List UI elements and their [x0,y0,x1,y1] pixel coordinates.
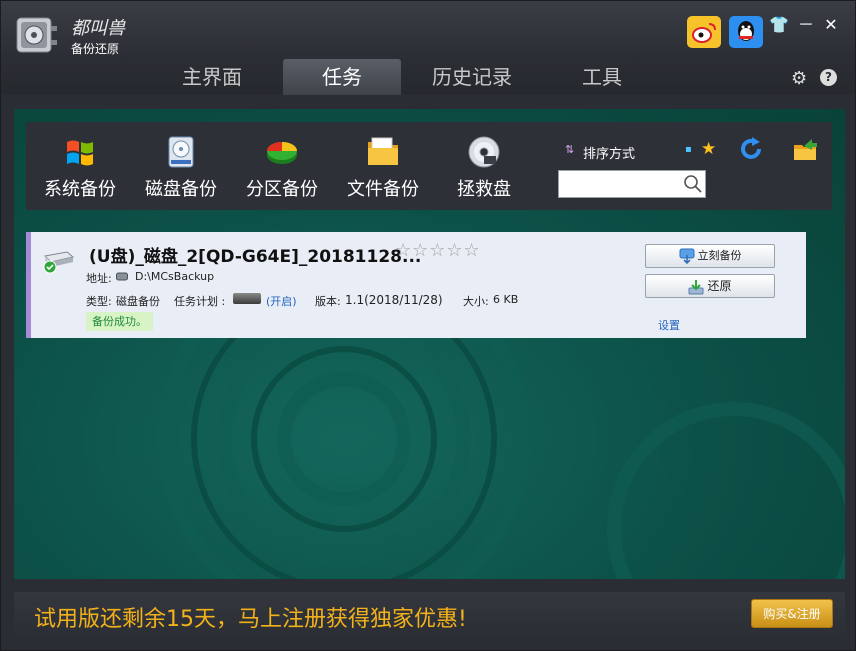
close-icon[interactable]: ✕ [821,15,841,35]
footer-bar: 试用版还剩余15天，马上注册获得独家优惠! 购买&注册 [14,592,845,640]
partition-backup-button[interactable]: 分区备份 [236,134,328,201]
disk-backup-button[interactable]: 磁盘备份 [135,134,227,201]
status-badge: 备份成功。 [86,312,153,331]
star-icon[interactable]: ★ [701,139,716,159]
weibo-icon[interactable] [687,16,721,48]
app-name: 备份还原 [71,42,120,56]
tab-home[interactable]: 主界面 [153,59,271,95]
refresh-icon[interactable] [738,136,764,162]
folder-icon [368,137,398,165]
skin-icon[interactable]: 👕 [769,15,789,35]
restore-label: 还原 [707,279,732,293]
rescue-disk-button[interactable]: 拯救盘 [438,134,530,201]
title-bar: 都叫兽 备份还原 👕 － ✕ 主界面 任务 历史记录 工具 ⚙ ? [1,1,855,95]
address-label: 地址: [86,272,112,285]
gear-icon[interactable]: ⚙ [791,68,807,89]
task-title: (U盘)_磁盘_2[QD-G64E]_20181128... [89,247,422,267]
rescue-disk-label: 拯救盘 [457,179,511,200]
schedule-toggle[interactable] [233,293,261,304]
minimize-icon[interactable]: － [796,15,816,35]
export-folder-icon[interactable] [792,136,818,162]
backup-now-button[interactable]: 立刻备份 [645,244,775,268]
schedule-state[interactable]: (开启) [266,293,297,309]
tab-tasks[interactable]: 任务 [283,59,401,95]
toolbar: 系统备份 磁盘备份 分区备份 文件备份 拯救盘 ⇅ 排序方式 ▪ ★ [26,122,832,210]
sort-by-button[interactable]: 排序方式 [583,143,635,162]
rating-stars[interactable]: ☆☆☆☆☆ [395,240,481,261]
cd-disc-icon [468,136,500,168]
hard-disk-icon [168,136,194,168]
pie-partition-icon [267,142,297,164]
task-settings-link[interactable]: 设置 [658,317,680,333]
restore-icon [688,279,704,294]
backup-now-label: 立刻备份 [697,249,742,262]
qq-icon[interactable] [729,16,763,48]
type-label: 类型: [86,295,112,308]
backup-now-icon [679,248,694,264]
system-backup-button[interactable]: 系统备份 [34,134,126,201]
buy-register-button[interactable]: 购买&注册 [751,599,833,628]
tab-history[interactable]: 历史记录 [413,59,531,95]
schedule-label: 任务计划 : [174,295,226,308]
app-window: 都叫兽 备份还原 👕 － ✕ 主界面 任务 历史记录 工具 ⚙ ? 系统备份 磁… [0,0,856,651]
marker-icon: ▪ [685,144,692,155]
windows-flag-icon [67,140,93,166]
search-box [558,170,706,198]
trial-promo-text: 试用版还剩余15天，马上注册获得独家优惠! [34,607,467,632]
search-input[interactable] [559,171,679,197]
restore-button[interactable]: 还原 [645,274,775,298]
version-value: 1.1(2018/11/28) [345,293,443,307]
task-card[interactable]: (U盘)_磁盘_2[QD-G64E]_20181128... ☆☆☆☆☆ 地址:… [26,232,806,338]
usb-drive-check-icon [43,251,75,274]
file-backup-button[interactable]: 文件备份 [337,134,429,201]
sort-icon: ⇅ [565,143,575,156]
app-logo-text: 都叫兽 [71,18,125,39]
type-value: 磁盘备份 [116,295,160,308]
safe-icon [16,17,57,53]
tab-tools[interactable]: 工具 [543,59,661,95]
partition-backup-label: 分区备份 [246,179,318,200]
address-value[interactable]: D:\MCsBackup [135,270,214,283]
help-icon[interactable]: ? [820,69,837,86]
size-label: 大小: [463,295,489,308]
hard-drive-icon [116,272,128,281]
size-value: 6 KB [493,293,519,306]
file-backup-label: 文件备份 [347,179,419,200]
search-icon[interactable] [683,174,703,194]
system-backup-label: 系统备份 [44,179,116,200]
version-label: 版本: [315,295,341,308]
task-panel: 系统备份 磁盘备份 分区备份 文件备份 拯救盘 ⇅ 排序方式 ▪ ★ (U盘)_… [14,109,845,579]
disk-backup-label: 磁盘备份 [145,179,217,200]
